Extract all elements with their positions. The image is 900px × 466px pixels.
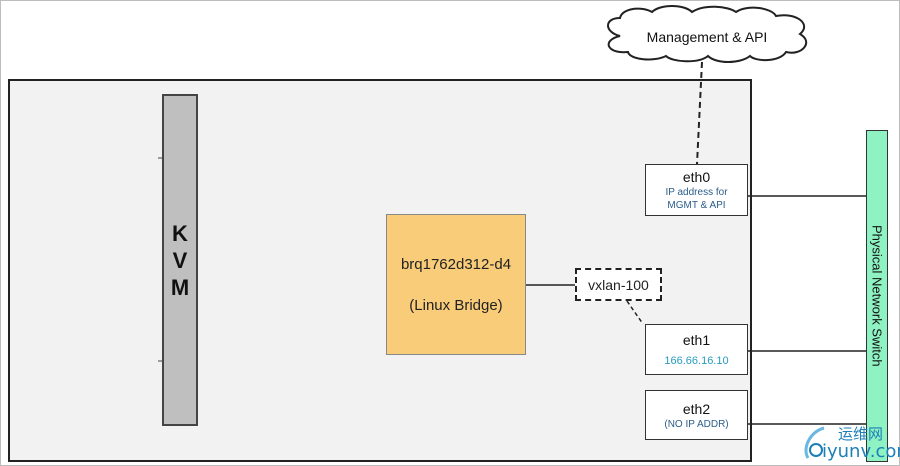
switch-label: Physical Network Switch bbox=[869, 225, 885, 367]
nic-eth2-name: eth2 bbox=[682, 400, 711, 417]
mgmt-dashed-link bbox=[696, 61, 703, 165]
nic-eth0: eth0 IP address for MGMT & API bbox=[645, 164, 748, 216]
linux-bridge-block: brq1762d312-d4 (Linux Bridge) bbox=[386, 214, 526, 355]
nic-eth0-name: eth0 bbox=[682, 169, 711, 185]
nic-eth1-name: eth1 bbox=[682, 331, 711, 348]
kvm-label: KVM bbox=[170, 220, 190, 300]
nic-eth2-desc: (NO IP ADDR) bbox=[664, 418, 729, 430]
physical-switch: Physical Network Switch bbox=[866, 130, 888, 462]
nic-eth1: eth1 166.66.16.10 bbox=[645, 324, 748, 375]
management-api-label: Management & API bbox=[646, 29, 768, 45]
bridge-type: (Linux Bridge) bbox=[409, 296, 503, 314]
nic-eth1-ip: 166.66.16.10 bbox=[664, 354, 729, 367]
vxlan-eth1-link bbox=[626, 300, 644, 325]
nic-eth0-desc: IP address for MGMT & API bbox=[665, 187, 728, 211]
nic-eth2: eth2 (NO IP ADDR) bbox=[645, 390, 748, 440]
kvm-block: KVM bbox=[162, 94, 198, 426]
vxlan-interface: vxlan-100 bbox=[575, 268, 662, 301]
watermark-en: iyunv.com bbox=[822, 441, 900, 462]
bridge-name: brq1762d312-d4 bbox=[400, 255, 512, 273]
